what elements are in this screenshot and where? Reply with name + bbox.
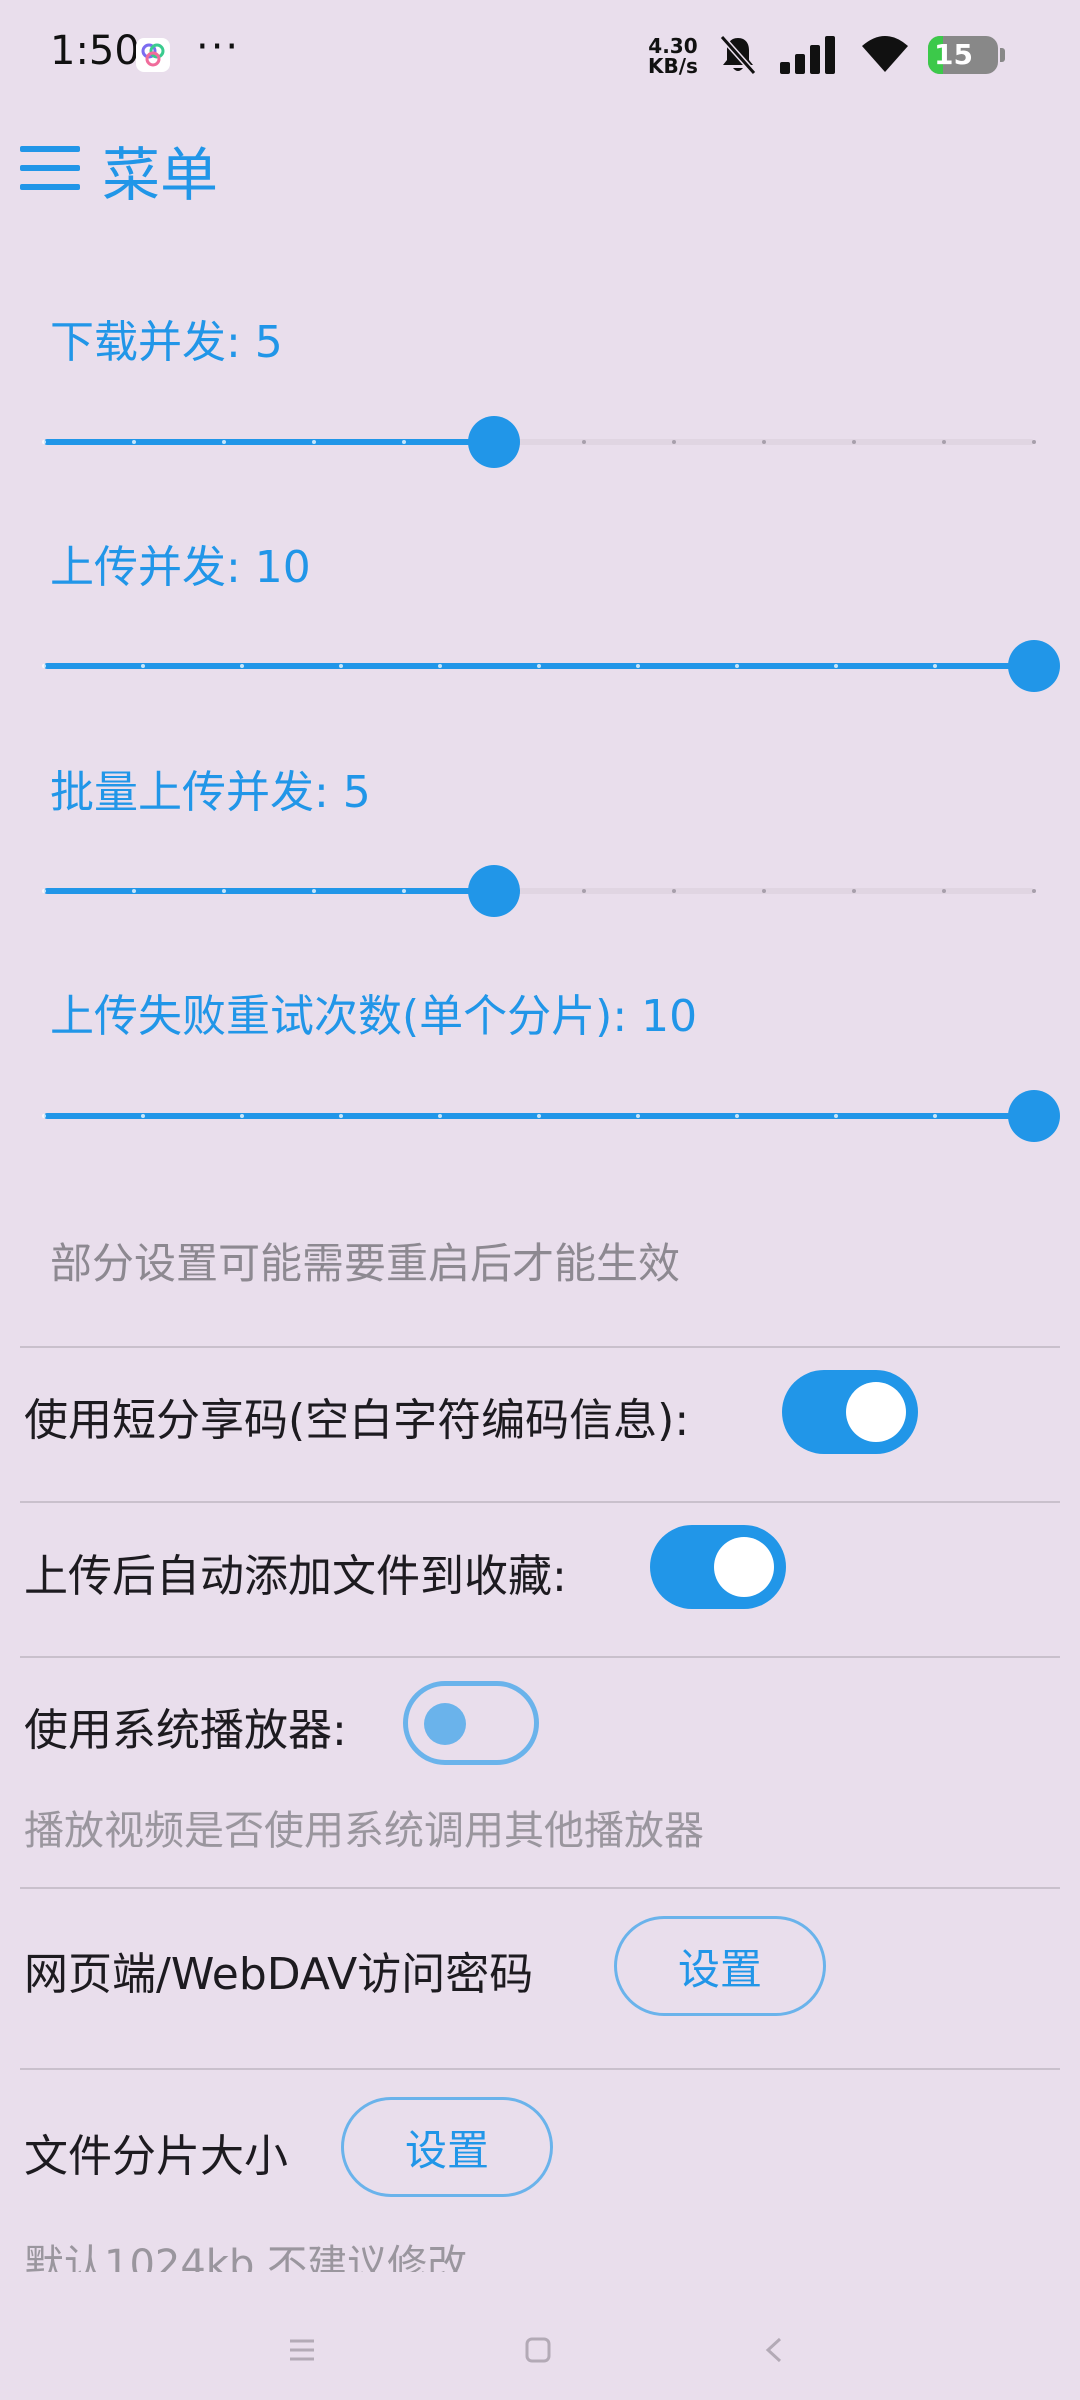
slider-tick [240, 664, 244, 668]
web-password-set-button[interactable]: 设置 [614, 1916, 826, 2016]
back-icon[interactable] [762, 2336, 786, 2364]
battery-tip [1000, 48, 1005, 62]
slider-tick [42, 889, 46, 893]
slider-tick [762, 889, 766, 893]
slider-tick [1032, 889, 1036, 893]
slider-tick [852, 440, 856, 444]
more-notifications-icon: ··· [196, 24, 241, 70]
batch-upload-concurrency-label: 批量上传并发: 5 [50, 767, 371, 818]
slider-tick [141, 664, 145, 668]
signal-icon [780, 36, 835, 74]
slider-tick [942, 889, 946, 893]
slider-tick [438, 1114, 442, 1118]
upload-retry-count-label: 上传失败重试次数(单个分片): 10 [50, 991, 698, 1042]
slider-active-track [44, 888, 494, 894]
home-icon[interactable] [524, 2336, 552, 2364]
switch-knob [714, 1537, 774, 1597]
hamburger-menu-icon[interactable] [20, 146, 80, 190]
switch-knob [424, 1703, 466, 1745]
divider [20, 1346, 1060, 1348]
slider-tick [312, 889, 316, 893]
slider-tick [339, 664, 343, 668]
download-concurrency-slider[interactable] [42, 412, 1036, 472]
status-bar: 1:50 ··· 4.30 KB/s 15 [0, 0, 1080, 110]
slider-tick [942, 440, 946, 444]
divider [20, 2068, 1060, 2070]
network-speed-unit: KB/s [648, 54, 698, 78]
slider-tick [672, 440, 676, 444]
slider-thumb[interactable] [468, 416, 520, 468]
auto-favorite-switch[interactable] [650, 1525, 786, 1609]
network-speed-value: 4.30 [648, 34, 698, 58]
slider-tick [222, 889, 226, 893]
upload-concurrency-slider[interactable] [42, 636, 1060, 696]
switch-knob [846, 1382, 906, 1442]
slider-tick [1032, 440, 1036, 444]
restart-note: 部分设置可能需要重启后才能生效 [50, 1239, 681, 1288]
divider [20, 1656, 1060, 1658]
slider-tick [402, 440, 406, 444]
battery-level: 15 [934, 38, 973, 71]
system-nav-bar [0, 2300, 1080, 2400]
slider-tick [582, 440, 586, 444]
download-concurrency-label: 下载并发: 5 [50, 317, 283, 368]
upload-retry-count-slider[interactable] [42, 1086, 1060, 1146]
slider-tick [762, 440, 766, 444]
slider-tick [240, 1114, 244, 1118]
slider-tick [42, 664, 46, 668]
slider-thumb[interactable] [468, 865, 520, 917]
slider-tick [132, 440, 136, 444]
slider-tick [141, 1114, 145, 1118]
slider-tick [438, 664, 442, 668]
slider-tick [636, 664, 640, 668]
slider-tick [312, 440, 316, 444]
status-time: 1:50 [50, 28, 140, 74]
chunk-size-set-button[interactable]: 设置 [341, 2097, 553, 2197]
web-password-label: 网页端/WebDAV访问密码 [24, 1949, 534, 2000]
page-title: 菜单 [102, 141, 219, 209]
slider-tick [672, 889, 676, 893]
wifi-icon [862, 36, 908, 72]
short-share-code-label: 使用短分享码(空白字符编码信息): [24, 1395, 690, 1446]
divider [20, 1501, 1060, 1503]
batch-upload-concurrency-slider[interactable] [42, 861, 1036, 921]
divider [20, 1887, 1060, 1889]
short-share-code-switch[interactable] [782, 1370, 918, 1454]
recent-apps-icon[interactable] [288, 2338, 316, 2362]
slider-tick [132, 889, 136, 893]
slider-tick [537, 664, 541, 668]
slider-tick [636, 1114, 640, 1118]
system-player-hint: 播放视频是否使用系统调用其他播放器 [24, 1808, 704, 1854]
slider-tick [222, 440, 226, 444]
network-speed: 4.30 KB/s [648, 36, 698, 76]
slider-tick [402, 889, 406, 893]
slider-tick [42, 440, 46, 444]
chunk-size-hint: 默认1024kb,不建议修改 [24, 2242, 468, 2272]
slider-tick [339, 1114, 343, 1118]
battery-icon: 15 [928, 36, 998, 74]
system-player-switch[interactable] [403, 1681, 539, 1765]
slider-tick [582, 889, 586, 893]
slider-tick [735, 1114, 739, 1118]
chunk-size-label: 文件分片大小 [24, 2131, 288, 2182]
slider-tick [852, 889, 856, 893]
bell-muted-icon [719, 35, 757, 75]
slider-thumb[interactable] [1008, 1090, 1060, 1142]
slider-tick [42, 1114, 46, 1118]
system-player-label: 使用系统播放器: [24, 1705, 347, 1756]
slider-tick [537, 1114, 541, 1118]
slider-tick [933, 664, 937, 668]
upload-concurrency-label: 上传并发: 10 [50, 542, 311, 593]
auto-favorite-label: 上传后自动添加文件到收藏: [24, 1551, 567, 1602]
app-notification-icon [136, 38, 170, 72]
slider-tick [834, 664, 838, 668]
slider-thumb[interactable] [1008, 640, 1060, 692]
slider-tick [735, 664, 739, 668]
slider-active-track [44, 439, 494, 445]
slider-tick [834, 1114, 838, 1118]
slider-tick [933, 1114, 937, 1118]
